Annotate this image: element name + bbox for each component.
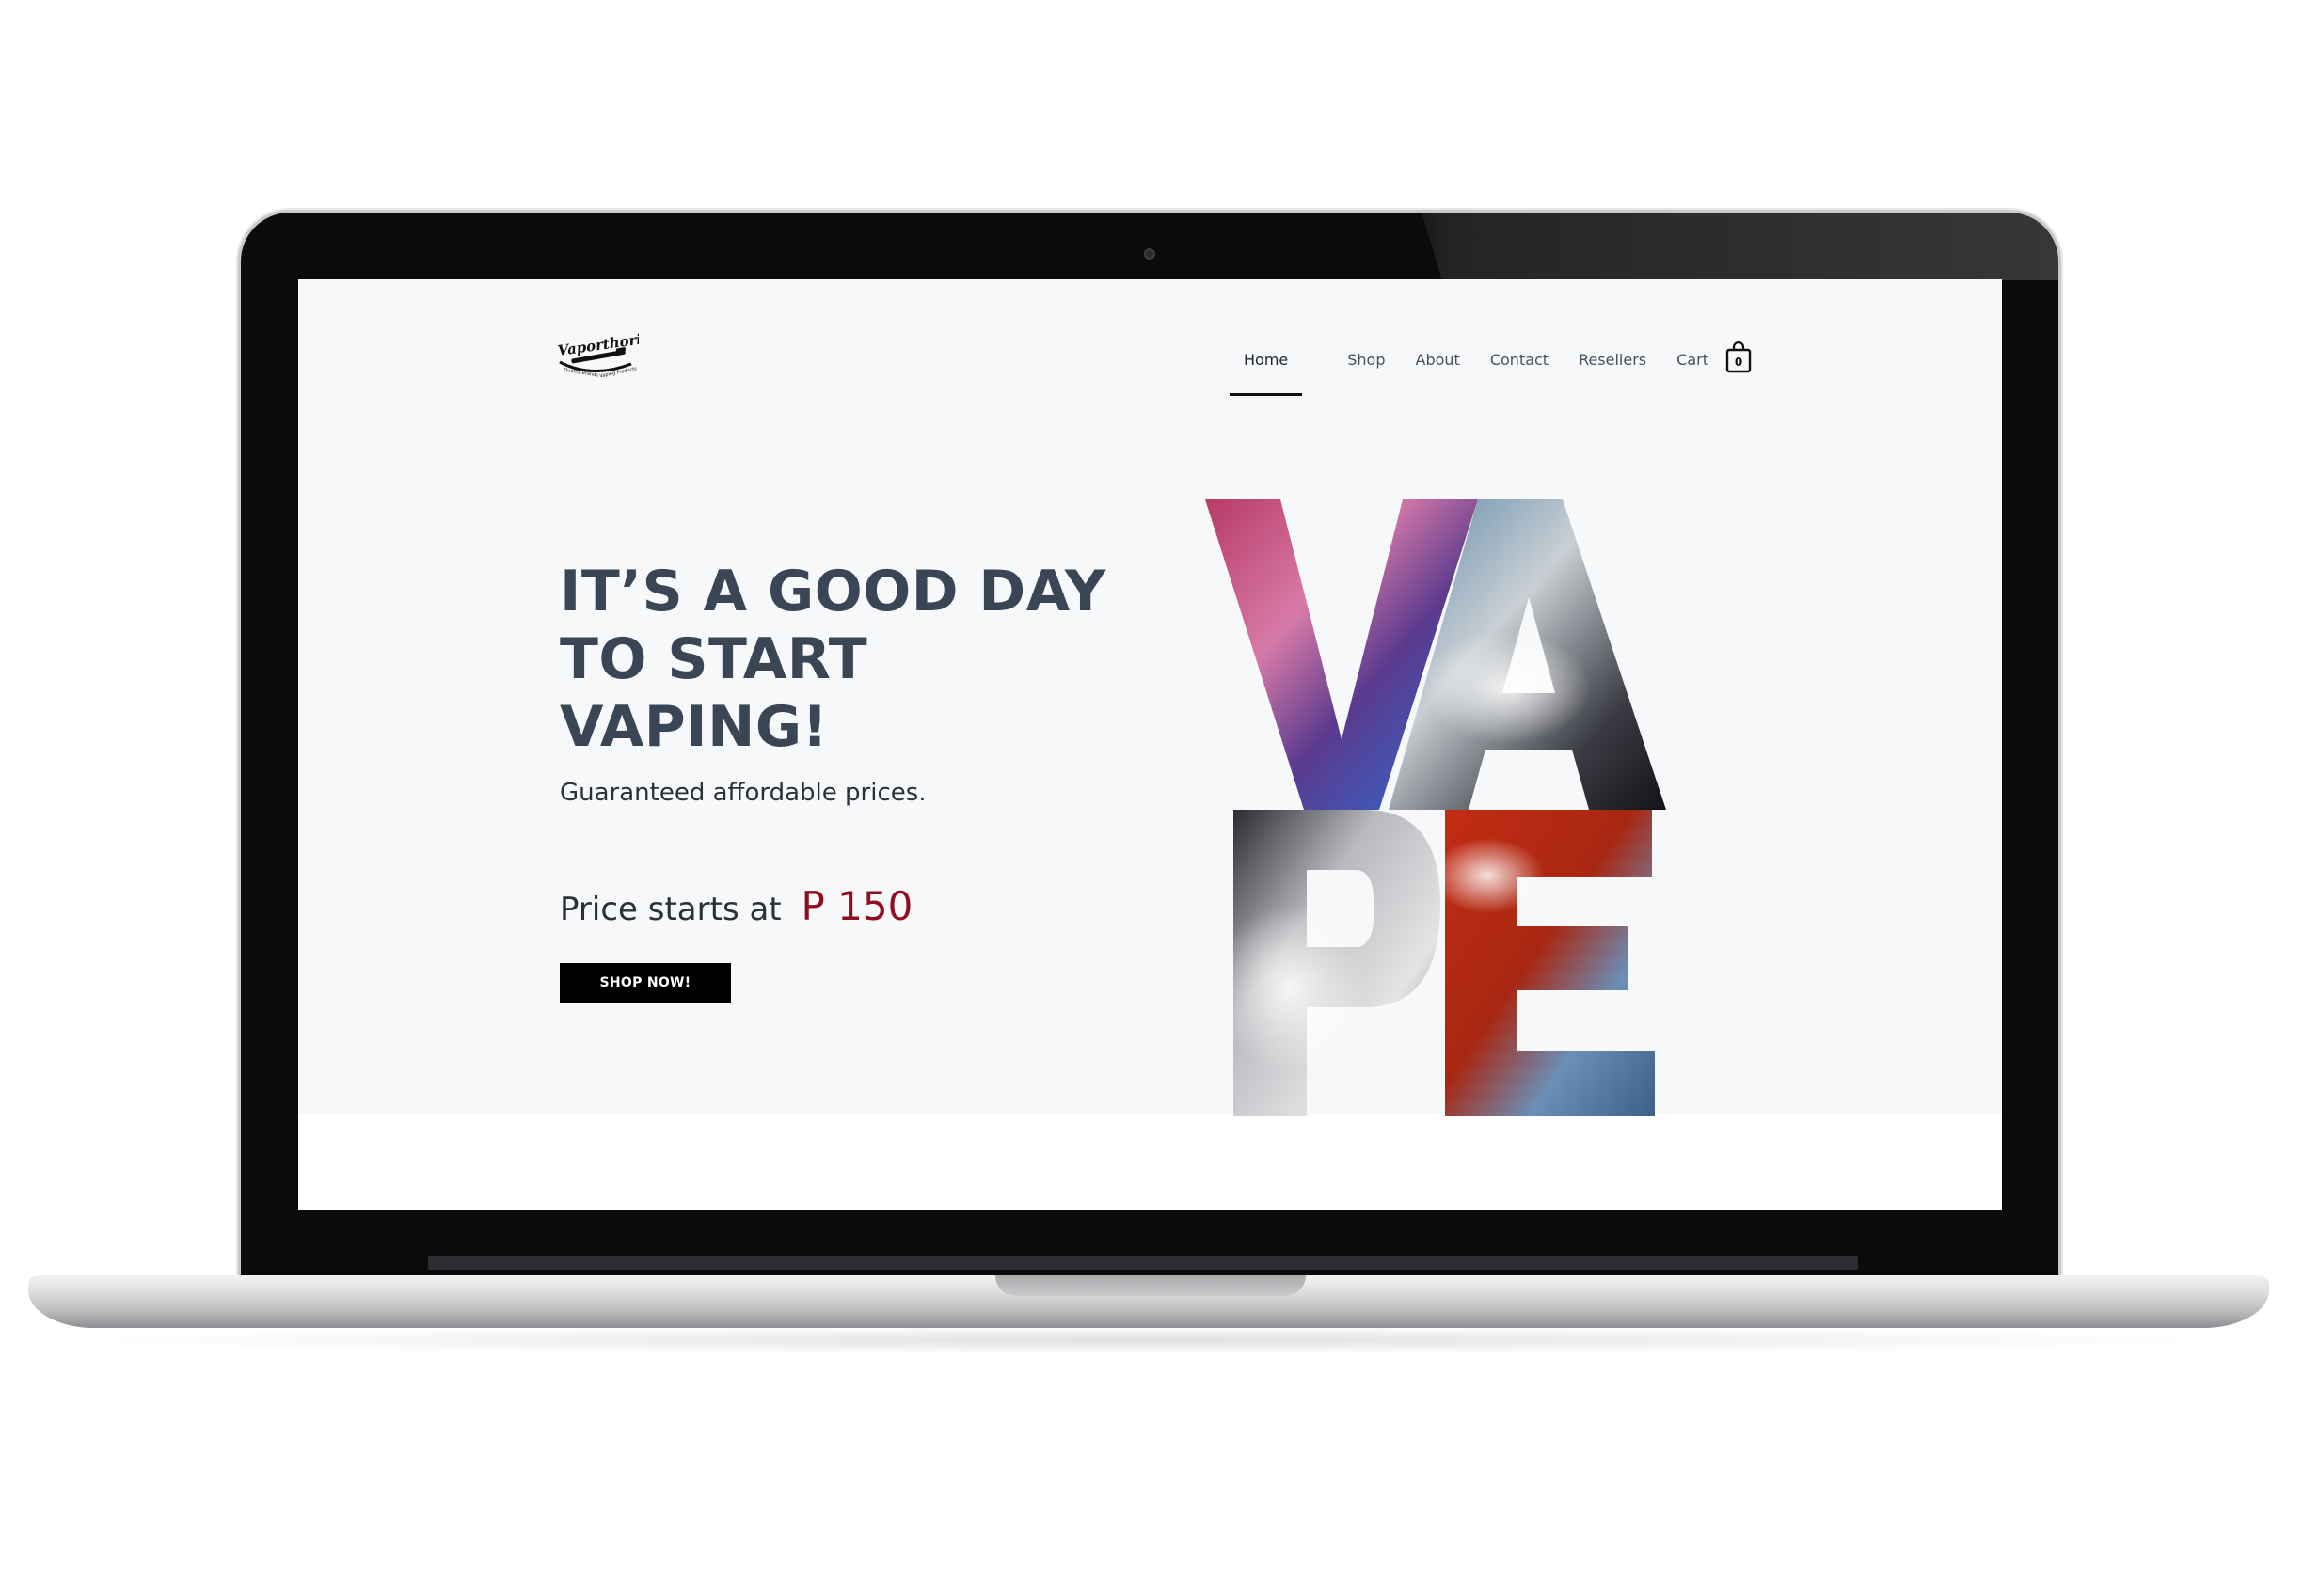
hero-section: Vaporthority Quality Brands Vaping Produ… <box>298 279 2002 1116</box>
cart-count: 0 <box>1735 356 1742 369</box>
vape-letters-artwork <box>1205 499 1666 1116</box>
nav-home[interactable]: Home <box>1230 341 1303 396</box>
hero-headline: IT’S A GOOD DAY TO START VAPING! <box>560 558 1143 761</box>
price-prefix: Price starts at <box>560 891 782 928</box>
laptop-open-notch <box>995 1275 1306 1296</box>
shopping-bag-icon[interactable]: 0 <box>1724 340 1753 373</box>
shop-now-button[interactable]: SHOP NOW! <box>560 963 731 1003</box>
price-row: Price starts at P 150 <box>560 883 913 929</box>
vaporthority-logo-icon: Vaporthority Quality Brands Vaping Produ… <box>557 328 659 379</box>
laptop-shadow <box>56 1326 2241 1354</box>
website-screen: Vaporthority Quality Brands Vaping Produ… <box>298 279 2002 1210</box>
laptop-hinge <box>428 1256 1858 1270</box>
nav-resellers[interactable]: Resellers <box>1564 341 1660 379</box>
nav-contact[interactable]: Contact <box>1476 341 1563 379</box>
headline-line-3: VAPING! <box>560 694 829 760</box>
headline-line-1: IT’S A GOOD DAY <box>560 559 1106 624</box>
nav-about[interactable]: About <box>1402 341 1474 379</box>
headline-line-2: TO START <box>560 626 868 692</box>
webcam-icon <box>1144 248 1155 260</box>
main-nav: Home Shop About Contact Resellers Cart 0 <box>1230 332 1753 396</box>
hero-subheadline: Guaranteed affordable prices. <box>560 779 927 807</box>
nav-cart[interactable]: Cart <box>1662 341 1723 379</box>
nav-shop[interactable]: Shop <box>1333 341 1399 379</box>
screen-glare <box>1422 213 2058 280</box>
brand-logo[interactable]: Vaporthority Quality Brands Vaping Produ… <box>554 328 659 388</box>
price-value: P 150 <box>801 883 913 929</box>
